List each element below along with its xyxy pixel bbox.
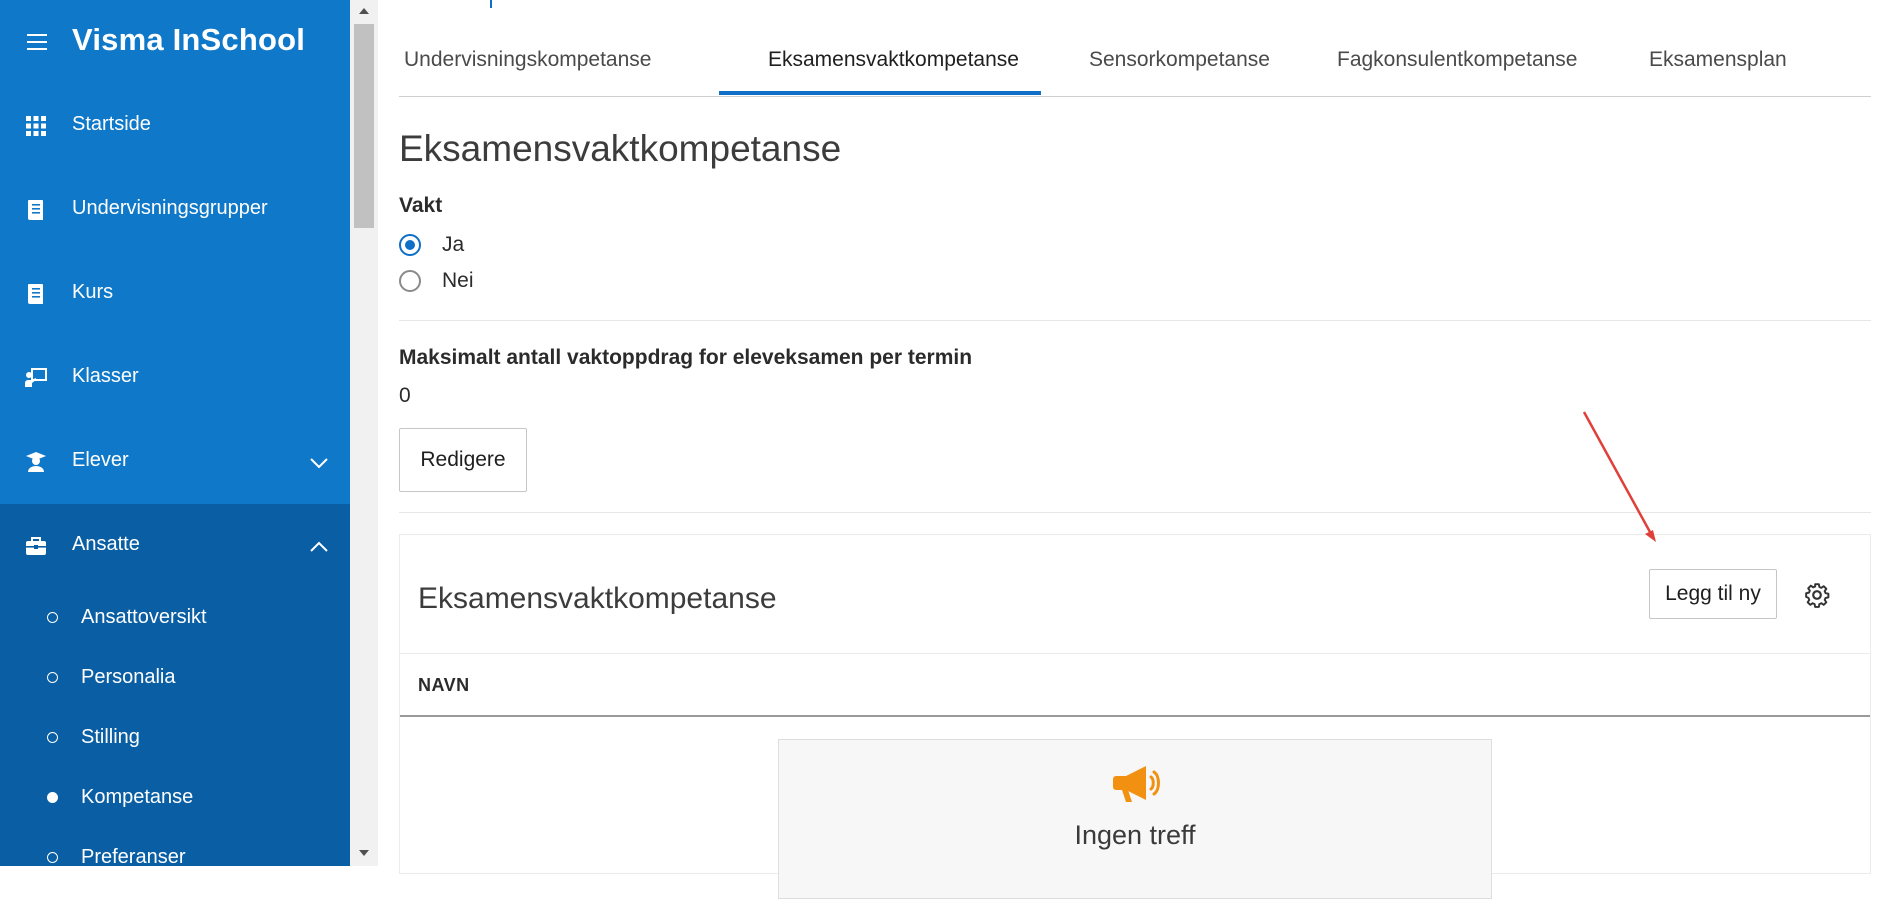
scroll-down-arrow-icon[interactable]	[359, 850, 369, 856]
sidebar-subitem-label: Stilling	[81, 726, 140, 748]
sidebar-item-label: Ansatte	[72, 533, 140, 555]
panel-title: Eksamensvaktkompetanse	[418, 582, 777, 615]
max-assignments-value: 0	[399, 384, 411, 407]
sidebar-item-klasser[interactable]: Klasser	[0, 336, 350, 420]
briefcase-icon	[26, 537, 46, 555]
empty-state-text: Ingen treff	[1074, 820, 1196, 850]
sidebar-item-undervisningsgrupper[interactable]: Undervisningsgrupper	[0, 168, 350, 252]
app-header: Visma InSchool	[0, 0, 350, 84]
app-title: Visma InSchool	[72, 22, 306, 57]
circle-icon	[47, 672, 58, 683]
tab-eksamensvaktkompetanse[interactable]: Eksamensvaktkompetanse	[768, 48, 1019, 72]
book-icon	[28, 284, 43, 304]
main-content: Undervisningskompetanse Eksamensvaktkomp…	[378, 0, 1896, 899]
scrollbar[interactable]	[350, 0, 378, 866]
tab-fagkonsulentkompetanse[interactable]: Fagkonsulentkompetanse	[1337, 48, 1578, 72]
competence-panel: Eksamensvaktkompetanse Legg til ny NAVN …	[399, 534, 1871, 899]
radio-label: Nei	[442, 269, 474, 292]
tab-sensorkompetanse[interactable]: Sensorkompetanse	[1089, 48, 1270, 72]
sidebar-item-label: Undervisningsgrupper	[72, 197, 268, 219]
scrollbar-thumb[interactable]	[354, 24, 374, 228]
column-header-name[interactable]: NAVN	[418, 675, 470, 696]
sidebar-subitem-label: Preferanser	[81, 846, 186, 866]
tab-undervisningskompetanse[interactable]: Undervisningskompetanse	[404, 48, 651, 72]
sidebar-subitem-ansattoversikt[interactable]: Ansattoversikt	[0, 588, 350, 648]
megaphone-icon	[1113, 766, 1160, 802]
book-icon	[28, 200, 43, 220]
circle-icon	[47, 612, 58, 623]
gear-icon[interactable]	[1804, 582, 1830, 608]
sidebar-subitem-kompetanse[interactable]: Kompetanse	[0, 768, 350, 828]
presentation-icon	[25, 368, 47, 387]
filled-circle-icon	[47, 792, 58, 803]
max-assignments-label: Maksimalt antall vaktoppdrag for eleveks…	[399, 346, 973, 369]
hamburger-menu-icon[interactable]	[27, 34, 47, 50]
sidebar-subitem-stilling[interactable]: Stilling	[0, 708, 350, 768]
radio-label: Ja	[442, 233, 465, 256]
divider	[399, 512, 1871, 513]
chevron-up-icon[interactable]	[308, 536, 330, 558]
sidebar-item-elever[interactable]: Elever	[0, 420, 350, 504]
sidebar-subitem-label: Personalia	[81, 666, 176, 688]
indicator-tick	[490, 0, 492, 8]
radio-button[interactable]	[399, 270, 421, 292]
edit-button[interactable]: Redigere	[399, 428, 527, 492]
empty-state: Ingen treff	[778, 739, 1492, 899]
add-new-button[interactable]: Legg til ny	[1649, 569, 1777, 619]
circle-icon	[47, 852, 58, 863]
active-tab-indicator	[719, 91, 1041, 95]
sidebar-item-label: Kurs	[72, 281, 114, 303]
sidebar-subitem-label: Kompetanse	[81, 786, 194, 808]
sidebar-item-label: Klasser	[72, 365, 139, 387]
chevron-down-icon[interactable]	[308, 452, 330, 474]
vakt-label: Vakt	[399, 194, 443, 217]
sidebar-subitem-preferanser[interactable]: Preferanser	[0, 828, 350, 866]
sidebar-subitem-personalia[interactable]: Personalia	[0, 648, 350, 708]
radio-button-checked[interactable]	[399, 234, 421, 256]
circle-icon	[47, 732, 58, 743]
grid-icon	[26, 116, 46, 136]
sidebar-item-startside[interactable]: Startside	[0, 84, 350, 168]
sidebar-item-kurs[interactable]: Kurs	[0, 252, 350, 336]
page-title: Eksamensvaktkompetanse	[399, 128, 842, 169]
sidebar-subitem-label: Ansattoversikt	[81, 606, 207, 628]
table-header-border	[400, 715, 1870, 717]
scroll-up-arrow-icon[interactable]	[359, 8, 369, 14]
radio-option-ja[interactable]: Ja	[399, 231, 519, 261]
sidebar-item-ansatte[interactable]: Ansatte	[0, 504, 350, 588]
divider	[400, 653, 1870, 654]
divider	[399, 320, 1871, 321]
tab-eksamensplan[interactable]: Eksamensplan	[1649, 48, 1787, 72]
sidebar-item-label: Elever	[72, 449, 129, 471]
sidebar-item-label: Startside	[72, 113, 151, 135]
student-icon	[26, 452, 46, 472]
radio-option-nei[interactable]: Nei	[399, 267, 519, 297]
tab-bar: Undervisningskompetanse Eksamensvaktkomp…	[399, 36, 1871, 97]
sidebar: Visma InSchool Startside Undervisningsgr…	[0, 0, 350, 866]
